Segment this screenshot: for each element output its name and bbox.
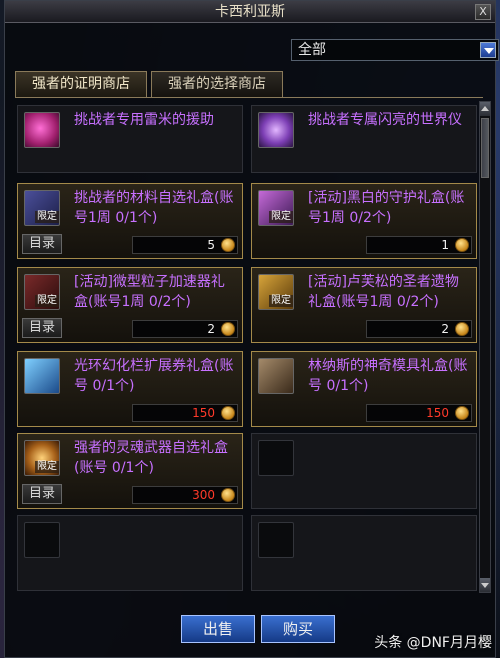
scrollbar[interactable]: [479, 101, 491, 593]
box-icon: 限定: [24, 274, 60, 310]
empty-slot: [251, 515, 477, 591]
empty-slot-icon: [24, 522, 60, 558]
price: 150: [366, 404, 472, 422]
gift-icon: 限定: [258, 190, 294, 226]
scroll-thumb[interactable]: [481, 118, 489, 178]
catalog-button[interactable]: 目录: [22, 234, 62, 254]
shop-item[interactable]: 林纳斯的神奇模具礼盒(账号 0/1个) 150: [251, 351, 477, 427]
price: 2: [132, 320, 238, 338]
buy-button[interactable]: 购买: [261, 615, 335, 643]
tab-choice-shop[interactable]: 强者的选择商店: [151, 71, 283, 97]
empty-slot: [17, 515, 243, 591]
item-grid: 挑战者专用雷米的援助 挑战者专属闪亮的世界仪 限定 挑战者的材料自选礼盒(账号1…: [17, 105, 477, 595]
soul-weapon-icon: 限定: [24, 440, 60, 476]
watermark: 头条 @DNF月月樱: [374, 635, 492, 651]
shop-item[interactable]: 限定 挑战者的材料自选礼盒(账号1周 0/1个) 目录 5: [17, 183, 243, 259]
item-name: [活动]卢芙松的圣者遗物礼盒(账号1周 0/2个): [308, 274, 459, 310]
price-value: 150: [426, 406, 449, 420]
price-value: 2: [441, 322, 449, 336]
close-icon: X: [479, 5, 487, 18]
item-name: [活动]微型粒子加速器礼盒(账号1周 0/2个): [74, 274, 225, 310]
coin-icon: [455, 406, 469, 420]
shop-window: 卡西利亚斯 X 全部 强者的证明商店 强者的选择商店 挑战者专用雷米的援助 挑战…: [4, 0, 499, 658]
price-value: 300: [192, 488, 215, 502]
price-value: 2: [207, 322, 215, 336]
ticket-icon: [24, 358, 60, 394]
price-value: 5: [207, 238, 215, 252]
box-icon: 限定: [24, 190, 60, 226]
chevron-down-icon[interactable]: [480, 42, 496, 58]
price: 5: [132, 236, 238, 254]
item-name: 挑战者专用雷米的援助: [74, 112, 214, 128]
filter-value: 全部: [298, 42, 326, 58]
limited-badge: 限定: [35, 461, 59, 473]
shop-item[interactable]: 限定 [活动]卢芙松的圣者遗物礼盒(账号1周 0/2个) 2: [251, 267, 477, 343]
shop-item[interactable]: 挑战者专用雷米的援助: [17, 105, 243, 173]
coin-icon: [221, 488, 235, 502]
shop-item[interactable]: 限定 [活动]黑白的守护礼盒(账号1周 0/2个) 1: [251, 183, 477, 259]
purple-orb-icon: [258, 112, 294, 148]
scroll-up-icon[interactable]: [480, 102, 490, 116]
price-value: 1: [441, 238, 449, 252]
pink-orb-icon: [24, 112, 60, 148]
limited-badge: 限定: [35, 295, 59, 307]
scroll-down-icon[interactable]: [480, 578, 490, 592]
category-filter-select[interactable]: 全部: [291, 39, 499, 61]
price-value: 150: [192, 406, 215, 420]
shop-item[interactable]: 限定 强者的灵魂武器自选礼盒(账号 0/1个) 目录 300: [17, 433, 243, 509]
catalog-button[interactable]: 目录: [22, 318, 62, 338]
mold-icon: [258, 358, 294, 394]
price: 150: [132, 404, 238, 422]
item-name: 光环幻化栏扩展券礼盒(账号 0/1个): [74, 358, 234, 394]
item-name: 林纳斯的神奇模具礼盒(账号 0/1个): [308, 358, 468, 394]
coin-icon: [221, 238, 235, 252]
item-name: 挑战者专属闪亮的世界仪: [308, 112, 462, 128]
item-name: 挑战者的材料自选礼盒(账号1周 0/1个): [74, 190, 234, 226]
limited-badge: 限定: [269, 211, 293, 223]
price: 1: [366, 236, 472, 254]
price: 2: [366, 320, 472, 338]
tab-proof-shop[interactable]: 强者的证明商店: [15, 71, 147, 97]
item-name: 强者的灵魂武器自选礼盒(账号 0/1个): [74, 440, 228, 476]
coin-icon: [455, 322, 469, 336]
shop-item[interactable]: 挑战者专属闪亮的世界仪: [251, 105, 477, 173]
limited-badge: 限定: [35, 211, 59, 223]
coin-icon: [455, 238, 469, 252]
empty-slot-icon: [258, 440, 294, 476]
item-name: [活动]黑白的守护礼盒(账号1周 0/2个): [308, 190, 465, 226]
catalog-button[interactable]: 目录: [22, 484, 62, 504]
shop-item[interactable]: 限定 [活动]微型粒子加速器礼盒(账号1周 0/2个) 目录 2: [17, 267, 243, 343]
tab-divider: [15, 97, 483, 98]
empty-slot: [251, 433, 477, 509]
sell-button[interactable]: 出售: [181, 615, 255, 643]
price: 300: [132, 486, 238, 504]
close-button[interactable]: X: [475, 4, 491, 20]
coin-icon: [221, 322, 235, 336]
relic-icon: 限定: [258, 274, 294, 310]
limited-badge: 限定: [269, 295, 293, 307]
shop-item[interactable]: 光环幻化栏扩展券礼盒(账号 0/1个) 150: [17, 351, 243, 427]
window-title: 卡西利亚斯: [5, 1, 495, 23]
empty-slot-icon: [258, 522, 294, 558]
coin-icon: [221, 406, 235, 420]
